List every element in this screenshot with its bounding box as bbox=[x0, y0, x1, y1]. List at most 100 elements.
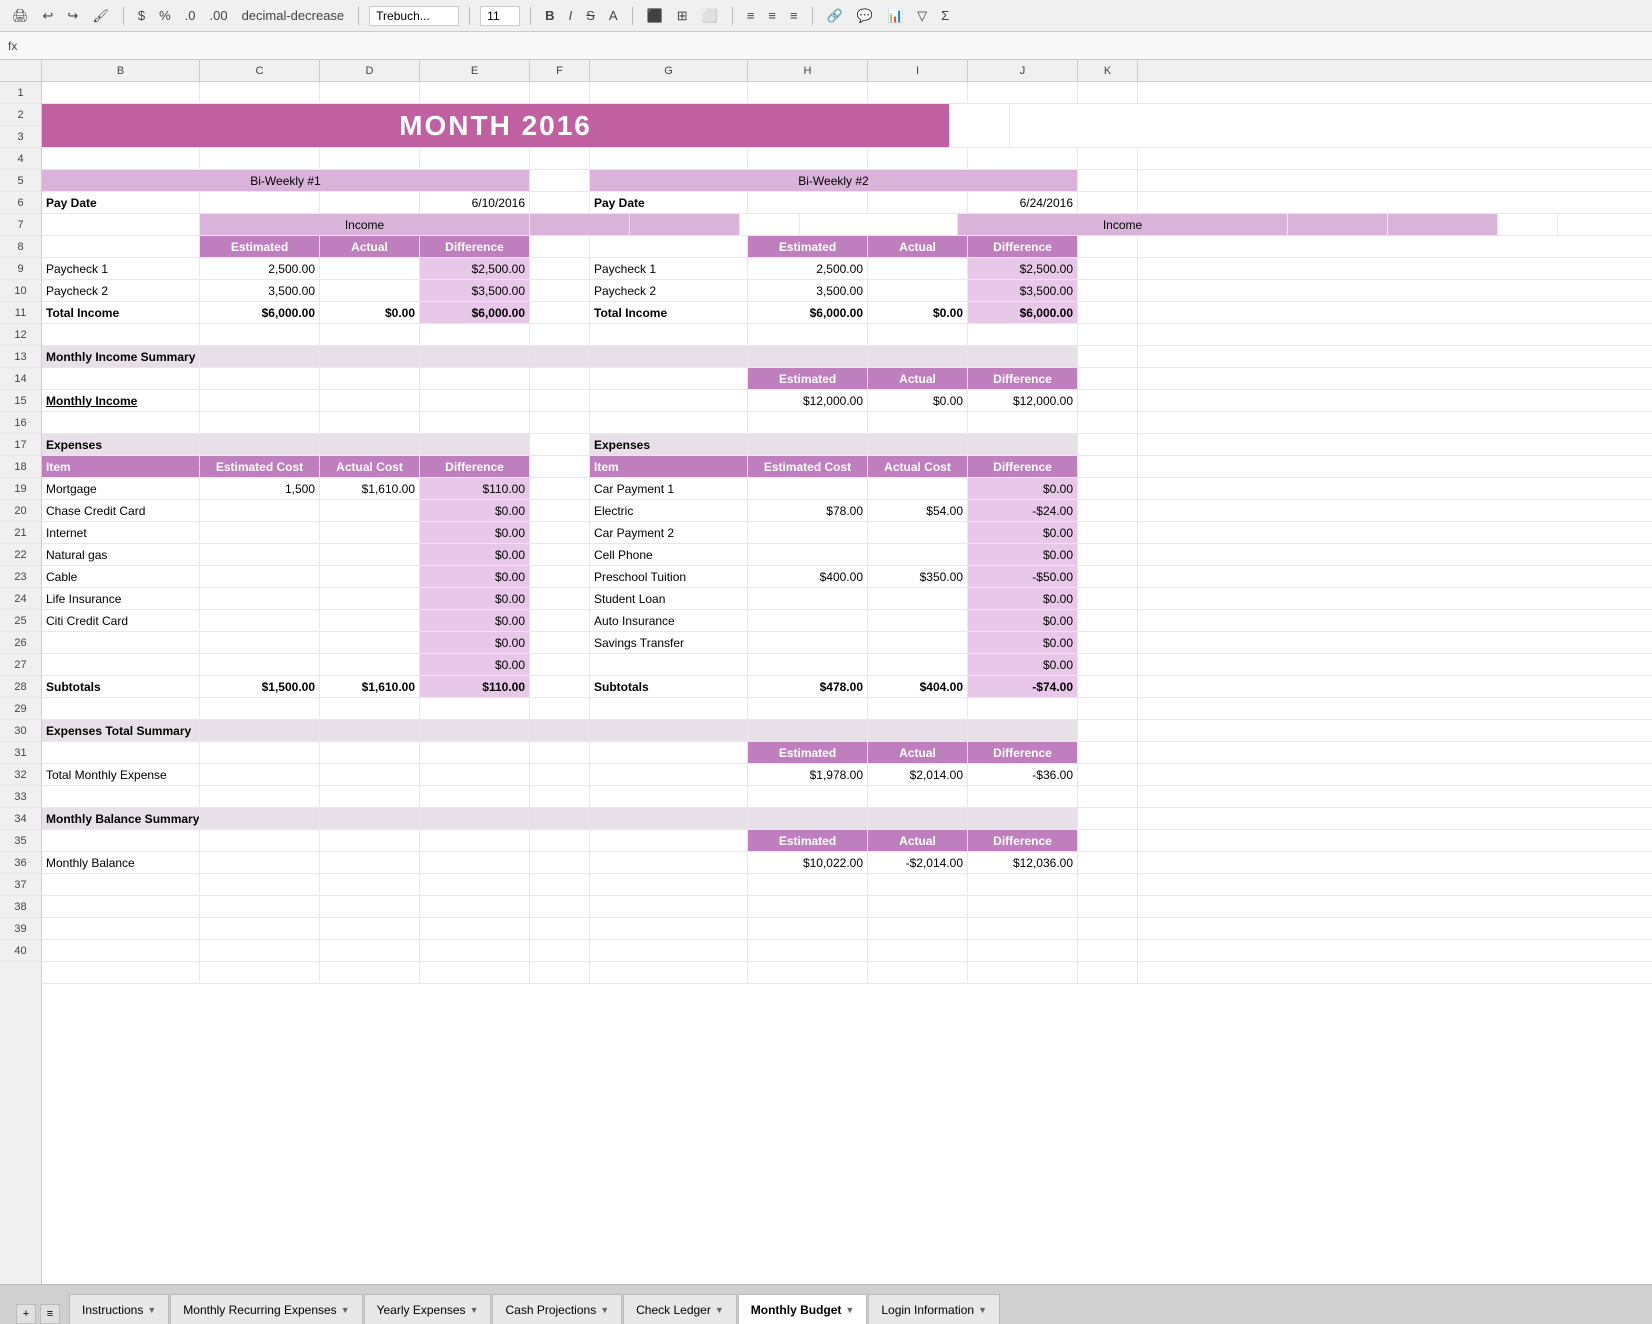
cell-c9-estimated[interactable]: 3,500.00 bbox=[200, 280, 320, 301]
align-left-btn[interactable]: ≡ bbox=[743, 6, 759, 25]
cell-d35[interactable] bbox=[320, 852, 420, 873]
cell-k7[interactable] bbox=[1078, 236, 1138, 257]
cell-b39[interactable] bbox=[42, 940, 200, 961]
cell-i19-actual[interactable]: $54.00 bbox=[868, 500, 968, 521]
cell-i40[interactable] bbox=[868, 962, 968, 983]
cell-d10-actual[interactable]: $0.00 bbox=[320, 302, 420, 323]
cell-f24[interactable] bbox=[530, 610, 590, 631]
cell-j35-difference[interactable]: $12,036.00 bbox=[968, 852, 1078, 873]
italic-btn[interactable]: I bbox=[565, 6, 577, 25]
cell-j11[interactable] bbox=[968, 324, 1078, 345]
cell-f10[interactable] bbox=[530, 302, 590, 323]
decimal-increase-btn[interactable]: .00 bbox=[205, 6, 231, 25]
cell-d14[interactable] bbox=[320, 390, 420, 411]
cell-k37[interactable] bbox=[1078, 896, 1138, 917]
cell-c24[interactable] bbox=[200, 610, 320, 631]
cell-j36[interactable] bbox=[968, 874, 1078, 895]
cell-f31[interactable] bbox=[530, 764, 590, 785]
cell-i8-actual[interactable] bbox=[868, 258, 968, 279]
cell-k1[interactable] bbox=[1078, 82, 1138, 103]
cell-i9-actual[interactable] bbox=[868, 280, 968, 301]
cell-f8[interactable] bbox=[530, 258, 590, 279]
cell-c15[interactable] bbox=[200, 412, 320, 433]
cell-f32[interactable] bbox=[530, 786, 590, 807]
cell-d11[interactable] bbox=[320, 324, 420, 345]
cell-h38[interactable] bbox=[748, 918, 868, 939]
cell-j25-difference[interactable]: $0.00 bbox=[968, 632, 1078, 653]
cell-d19[interactable] bbox=[320, 500, 420, 521]
cell-b34[interactable] bbox=[42, 830, 200, 851]
cell-c22[interactable] bbox=[200, 566, 320, 587]
col-header-k[interactable]: K bbox=[1078, 60, 1138, 81]
cell-c26[interactable] bbox=[200, 654, 320, 675]
cell-c38[interactable] bbox=[200, 918, 320, 939]
cell-f18[interactable] bbox=[530, 478, 590, 499]
cell-f5[interactable] bbox=[530, 192, 590, 213]
cell-f22[interactable] bbox=[530, 566, 590, 587]
cell-c30[interactable] bbox=[200, 742, 320, 763]
add-sheet-btn[interactable]: + bbox=[16, 1304, 36, 1324]
cell-c23[interactable] bbox=[200, 588, 320, 609]
cell-h8-estimated[interactable]: 2,500.00 bbox=[748, 258, 868, 279]
cell-f35[interactable] bbox=[530, 852, 590, 873]
cell-k4[interactable] bbox=[1078, 170, 1138, 191]
cell-d1[interactable] bbox=[320, 82, 420, 103]
cell-g14[interactable] bbox=[590, 390, 748, 411]
cell-d32[interactable] bbox=[320, 786, 420, 807]
cell-f25[interactable] bbox=[530, 632, 590, 653]
col-header-i[interactable]: I bbox=[868, 60, 968, 81]
tab-cash-projections[interactable]: Cash Projections ▼ bbox=[492, 1294, 622, 1324]
cell-k2[interactable] bbox=[950, 104, 1010, 147]
cell-c10-estimated[interactable]: $6,000.00 bbox=[200, 302, 320, 323]
cell-f38[interactable] bbox=[530, 918, 590, 939]
tab-login-information-dropdown[interactable]: ▼ bbox=[978, 1305, 987, 1315]
cell-k6[interactable] bbox=[1498, 214, 1558, 235]
format-painter-btn[interactable]: 🖌 bbox=[88, 6, 113, 26]
cell-j32[interactable] bbox=[968, 786, 1078, 807]
cell-j28[interactable] bbox=[968, 698, 1078, 719]
bold-btn[interactable]: B bbox=[541, 6, 558, 25]
cell-i18-actual[interactable] bbox=[868, 478, 968, 499]
cell-i23-actual[interactable] bbox=[868, 588, 968, 609]
cell-e40[interactable] bbox=[420, 962, 530, 983]
cell-k17[interactable] bbox=[1078, 456, 1138, 477]
cell-i38[interactable] bbox=[868, 918, 968, 939]
cell-j15[interactable] bbox=[968, 412, 1078, 433]
link-btn[interactable]: 🔗 bbox=[823, 6, 847, 26]
cell-i35-actual[interactable]: -$2,014.00 bbox=[868, 852, 968, 873]
cell-g28[interactable] bbox=[590, 698, 748, 719]
cell-h40[interactable] bbox=[748, 962, 868, 983]
cell-j10-difference[interactable]: $6,000.00 bbox=[968, 302, 1078, 323]
cell-g13[interactable] bbox=[590, 368, 748, 389]
cell-i21-actual[interactable] bbox=[868, 544, 968, 565]
cell-i5[interactable] bbox=[868, 192, 968, 213]
cell-k38[interactable] bbox=[1078, 918, 1138, 939]
cell-b11[interactable] bbox=[42, 324, 200, 345]
cell-f11[interactable] bbox=[530, 324, 590, 345]
cell-h26-estimated[interactable] bbox=[748, 654, 868, 675]
cell-f34[interactable] bbox=[530, 830, 590, 851]
cell-k34[interactable] bbox=[1078, 830, 1138, 851]
col-header-b[interactable]: B bbox=[42, 60, 200, 81]
cell-j31-difference[interactable]: -$36.00 bbox=[968, 764, 1078, 785]
cell-k11[interactable] bbox=[1078, 324, 1138, 345]
cell-k25[interactable] bbox=[1078, 632, 1138, 653]
formula-input[interactable] bbox=[25, 39, 1644, 53]
cell-d5[interactable] bbox=[320, 192, 420, 213]
cell-k39[interactable] bbox=[1078, 940, 1138, 961]
cell-h25-estimated[interactable] bbox=[748, 632, 868, 653]
tab-login-information[interactable]: Login Information ▼ bbox=[868, 1294, 1000, 1324]
fill-color-btn[interactable]: ⬛ bbox=[643, 6, 667, 26]
cell-e26-difference[interactable]: $0.00 bbox=[420, 654, 530, 675]
cell-i39[interactable] bbox=[868, 940, 968, 961]
cell-k31[interactable] bbox=[1078, 764, 1138, 785]
cell-h36[interactable] bbox=[748, 874, 868, 895]
align-center-btn[interactable]: ≡ bbox=[764, 6, 780, 25]
cell-g38[interactable] bbox=[590, 918, 748, 939]
font-color-btn[interactable]: A bbox=[605, 6, 622, 25]
cell-k33[interactable] bbox=[1078, 808, 1138, 829]
cell-h32[interactable] bbox=[748, 786, 868, 807]
cell-g3[interactable] bbox=[590, 148, 748, 169]
cell-i27-actual[interactable]: $404.00 bbox=[868, 676, 968, 697]
cell-h9-estimated[interactable]: 3,500.00 bbox=[748, 280, 868, 301]
